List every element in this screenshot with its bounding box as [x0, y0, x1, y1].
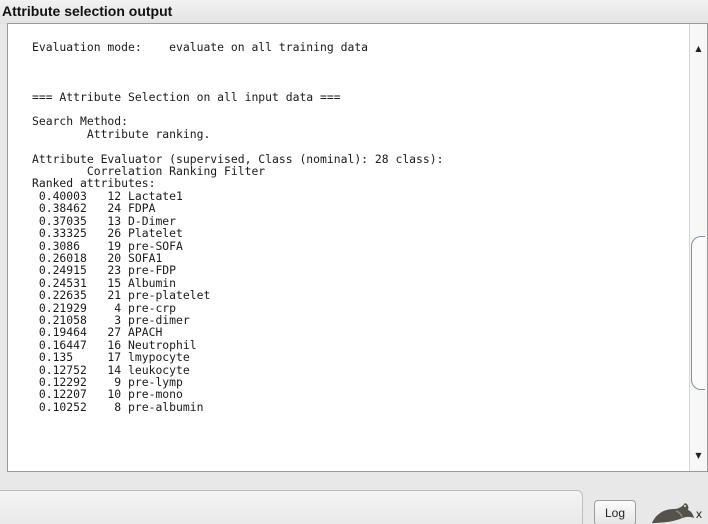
output-text: Evaluation mode: evaluate on all trainin… [32, 40, 444, 414]
vertical-scrollbar[interactable]: ▲ ▼ [689, 24, 707, 471]
scroll-down-arrow[interactable]: ▼ [690, 447, 707, 465]
attribute-selection-window: Attribute selection output Evaluation mo… [0, 0, 708, 524]
scroll-thumb[interactable] [691, 236, 705, 390]
panel-title: Attribute selection output [0, 0, 708, 24]
log-button[interactable]: Log [594, 500, 636, 524]
status-bar [0, 490, 583, 524]
log-count-label: x [696, 507, 702, 521]
scroll-up-arrow[interactable]: ▲ [690, 40, 707, 58]
weka-bird-icon[interactable] [648, 500, 696, 524]
output-text-area[interactable]: Evaluation mode: evaluate on all trainin… [7, 23, 708, 472]
